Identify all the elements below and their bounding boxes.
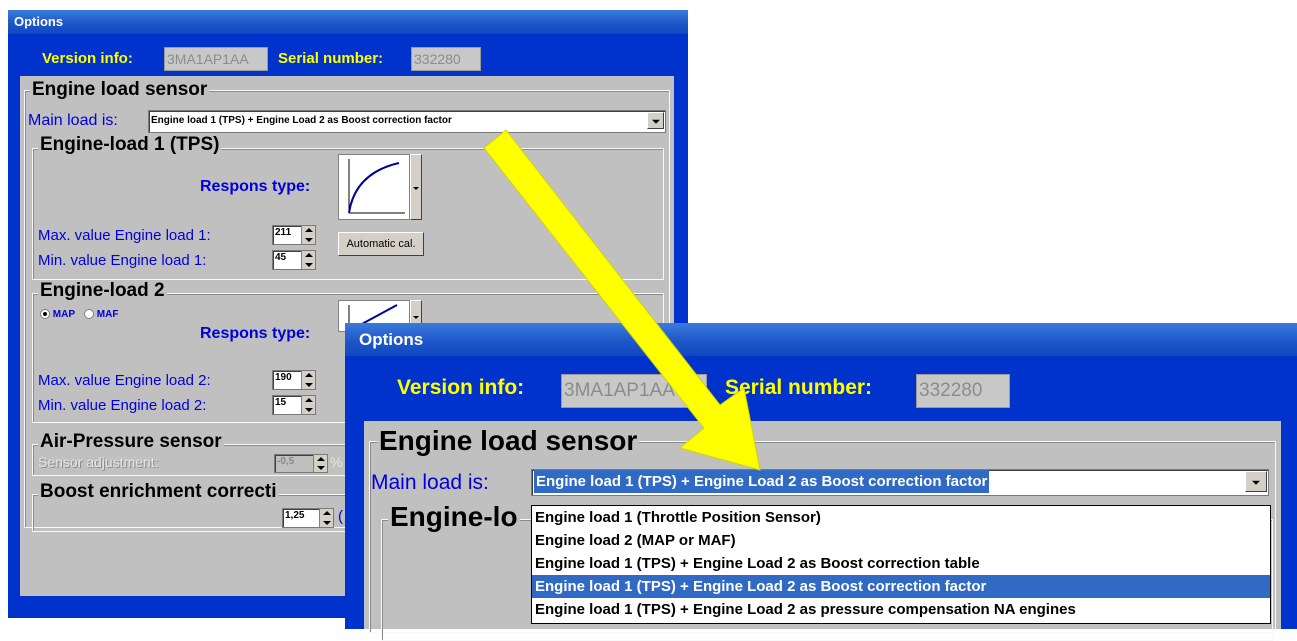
air-pressure-title: Air-Pressure sensor	[38, 431, 224, 453]
load1-respons-label: Respons type:	[200, 178, 311, 195]
radio-maf-option[interactable]: MAF	[84, 309, 118, 320]
main-load-dropdown-list[interactable]: Engine load 1 (Throttle Position Sensor)…	[531, 505, 1271, 624]
zoomed-version-label: Version info:	[397, 376, 525, 399]
air-pressure-adjust-label: Sensor adjustment:	[38, 454, 159, 470]
load2-max-stepper[interactable]: 190	[272, 370, 316, 390]
dropdown-option-4[interactable]: Engine load 1 (TPS) + Engine Load 2 as p…	[532, 598, 1270, 621]
options-window-zoomed: Options Version info: 3MA1AP1AA Serial n…	[345, 323, 1297, 641]
spinner-arrows-icon[interactable]	[301, 371, 315, 389]
boost-suffix: (	[338, 508, 343, 525]
window-title: Options	[14, 14, 64, 29]
zoomed-window-titlebar: Options	[345, 323, 1297, 356]
load1-min-stepper[interactable]: 45	[272, 250, 316, 270]
zoomed-engine-load-partial-title: Engine-lo	[388, 501, 520, 533]
boost-value: 1,25	[285, 510, 305, 521]
load2-max-value: 190	[275, 372, 292, 383]
load2-min-value: 15	[275, 397, 287, 408]
zoomed-main-load-select[interactable]: Engine load 1 (TPS) + Engine Load 2 as B…	[531, 469, 1269, 496]
main-load-label: Main load is:	[28, 112, 118, 129]
radio-selected-icon[interactable]	[40, 309, 50, 320]
version-value: 3MA1AP1AA	[164, 47, 268, 71]
spinner-arrows-icon[interactable]	[313, 455, 327, 472]
zoomed-options-panel: Engine load sensor Main load is: Engine …	[364, 421, 1281, 641]
dropdown-option-2[interactable]: Engine load 1 (TPS) + Engine Load 2 as B…	[532, 552, 1270, 575]
spinner-arrows-icon[interactable]	[319, 509, 333, 527]
serial-label: Serial number:	[278, 50, 384, 67]
version-label: Version info:	[42, 50, 133, 67]
boost-title: Boost enrichment correcti	[38, 481, 279, 503]
main-load-value: Engine load 1 (TPS) + Engine Load 2 as B…	[151, 115, 452, 126]
radio-unselected-icon[interactable]	[84, 309, 94, 320]
main-load-select[interactable]: Engine load 1 (TPS) + Engine Load 2 as B…	[148, 110, 666, 133]
load1-min-label: Min. value Engine load 1:	[38, 252, 207, 269]
load2-min-label: Min. value Engine load 2:	[38, 397, 207, 414]
load1-response-curve[interactable]	[338, 154, 410, 220]
load2-min-stepper[interactable]: 15	[272, 395, 316, 415]
zoomed-serial-label: Serial number:	[725, 376, 873, 399]
window-titlebar: Options	[8, 10, 688, 34]
load2-respons-label: Respons type:	[200, 325, 311, 342]
air-pressure-stepper[interactable]: -0,5	[274, 454, 328, 473]
load1-max-stepper[interactable]: 211	[272, 225, 316, 245]
spinner-arrows-icon[interactable]	[301, 226, 315, 244]
radio-map-option[interactable]: MAP	[40, 309, 75, 320]
chevron-down-icon[interactable]	[647, 112, 664, 129]
zoomed-chevron-down-icon[interactable]	[1245, 471, 1267, 492]
dropdown-option-1[interactable]: Engine load 2 (MAP or MAF)	[532, 529, 1270, 552]
automatic-cal-button[interactable]: Automatic cal.	[338, 232, 424, 256]
zoomed-window-title: Options	[359, 330, 424, 349]
dropdown-option-3[interactable]: Engine load 1 (TPS) + Engine Load 2 as B…	[532, 575, 1270, 598]
zoomed-main-load-label: Main load is:	[371, 471, 489, 494]
engine-load-1-title: Engine-load 1 (TPS)	[38, 134, 222, 156]
load1-response-dropdown[interactable]	[410, 154, 422, 220]
load2-max-label: Max. value Engine load 2:	[38, 372, 211, 389]
load1-max-label: Max. value Engine load 1:	[38, 227, 211, 244]
spinner-arrows-icon[interactable]	[301, 396, 315, 414]
dropdown-option-0[interactable]: Engine load 1 (Throttle Position Sensor)	[532, 506, 1270, 529]
spinner-arrows-icon[interactable]	[301, 251, 315, 269]
load1-max-value: 211	[275, 227, 292, 238]
load1-min-value: 45	[275, 252, 287, 263]
log-curve-icon	[348, 159, 405, 214]
radio-map-label: MAP	[52, 309, 76, 320]
zoomed-engine-load-sensor-title: Engine load sensor	[377, 425, 640, 457]
air-pressure-value: -0,5	[277, 456, 295, 467]
zoomed-serial-value: 332280	[916, 374, 1010, 408]
engine-load-sensor-title: Engine load sensor	[30, 79, 210, 101]
air-pressure-unit: %	[330, 454, 343, 470]
serial-value: 332280	[411, 47, 481, 71]
radio-maf-label: MAF	[96, 309, 119, 320]
engine-load-2-title: Engine-load 2	[38, 280, 167, 302]
zoomed-version-value: 3MA1AP1AA	[561, 374, 707, 408]
zoomed-main-load-value: Engine load 1 (TPS) + Engine Load 2 as B…	[534, 470, 990, 493]
boost-stepper[interactable]: 1,25	[282, 508, 334, 528]
